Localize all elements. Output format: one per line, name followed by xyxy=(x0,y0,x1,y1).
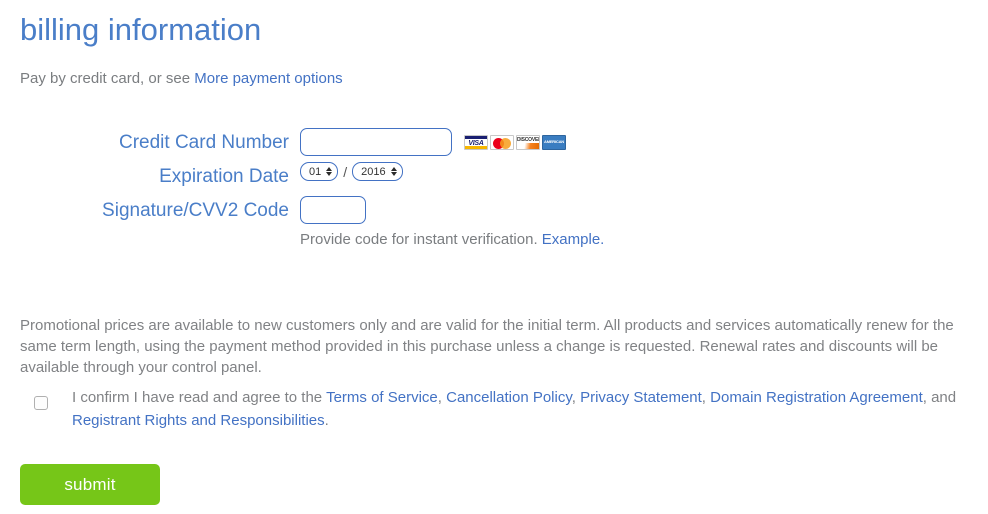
cvv-hint-text: Provide code for instant verification. xyxy=(300,231,542,248)
billing-form: Credit Card Number VISA DISCOVER AMERICA… xyxy=(0,128,988,254)
accepted-card-logos: VISA DISCOVER AMERICAN xyxy=(464,135,566,150)
stepper-icon xyxy=(390,167,397,176)
expiration-month-value: 01 xyxy=(309,165,322,178)
terms-of-service-link[interactable]: Terms of Service xyxy=(326,389,438,406)
discover-logo: DISCOVER xyxy=(516,135,540,150)
page-title: billing information xyxy=(20,12,262,47)
cvv-hint-row: Provide code for instant verification. E… xyxy=(0,230,988,250)
expiration-year-value: 2016 xyxy=(361,165,386,178)
submit-button[interactable]: submit xyxy=(20,464,160,505)
cvv-example-link[interactable]: Example. xyxy=(542,231,605,248)
agreement-text: I confirm I have read and agree to the T… xyxy=(72,386,982,432)
stepper-icon xyxy=(326,167,333,176)
cvv-input[interactable] xyxy=(300,196,366,224)
expiration-date-label: Expiration Date xyxy=(159,166,289,187)
registrant-rights-link[interactable]: Registrant Rights and Responsibilities xyxy=(72,412,325,429)
expiration-selects: 01 / 2016 xyxy=(300,162,403,181)
domain-registration-agreement-link[interactable]: Domain Registration Agreement xyxy=(710,389,923,406)
expiration-separator: / xyxy=(343,163,348,180)
amex-logo-line1: AMERICAN xyxy=(544,138,564,144)
agreement-checkbox[interactable] xyxy=(34,396,48,410)
visa-logo: VISA xyxy=(464,135,488,150)
mastercard-logo xyxy=(490,135,514,150)
credit-card-number-control: VISA DISCOVER AMERICAN xyxy=(300,128,566,156)
agreement-row: I confirm I have read and agree to the T… xyxy=(34,386,984,432)
promotional-terms-text: Promotional prices are available to new … xyxy=(20,317,954,376)
more-payment-options-link[interactable]: More payment options xyxy=(194,70,342,87)
agreement-sep-2: , xyxy=(701,389,711,406)
agreement-sep-1: , xyxy=(571,389,581,406)
cvv-row: Signature/CVV2 Code xyxy=(0,196,988,226)
cvv-control xyxy=(300,196,366,224)
privacy-statement-link[interactable]: Privacy Statement xyxy=(580,389,702,406)
agreement-sep-0: , xyxy=(437,389,447,406)
billing-information-page: billing information Pay by credit card, … xyxy=(0,0,988,514)
expiration-month-select[interactable]: 01 xyxy=(300,162,339,181)
credit-card-number-label: Credit Card Number xyxy=(119,132,289,153)
agreement-intro: I confirm I have read and agree to the xyxy=(72,389,327,406)
amex-logo: AMERICAN xyxy=(542,135,566,150)
expiration-year-select[interactable]: 2016 xyxy=(352,162,403,181)
agreement-sep-3: , and xyxy=(922,389,957,406)
expiration-date-control: 01 / 2016 xyxy=(300,162,403,181)
credit-card-number-input[interactable] xyxy=(300,128,452,156)
expiration-date-row: Expiration Date 01 / 2016 xyxy=(0,162,988,192)
cvv-label: Signature/CVV2 Code xyxy=(102,200,289,221)
cancellation-policy-link[interactable]: Cancellation Policy xyxy=(446,389,572,406)
subtitle-text: Pay by credit card, or see xyxy=(20,70,195,87)
payment-subtitle: Pay by credit card, or see More payment … xyxy=(20,69,343,89)
cvv-hint: Provide code for instant verification. E… xyxy=(300,230,604,250)
credit-card-number-row: Credit Card Number VISA DISCOVER AMERICA… xyxy=(0,128,988,158)
agreement-sep-4: . xyxy=(324,412,329,429)
